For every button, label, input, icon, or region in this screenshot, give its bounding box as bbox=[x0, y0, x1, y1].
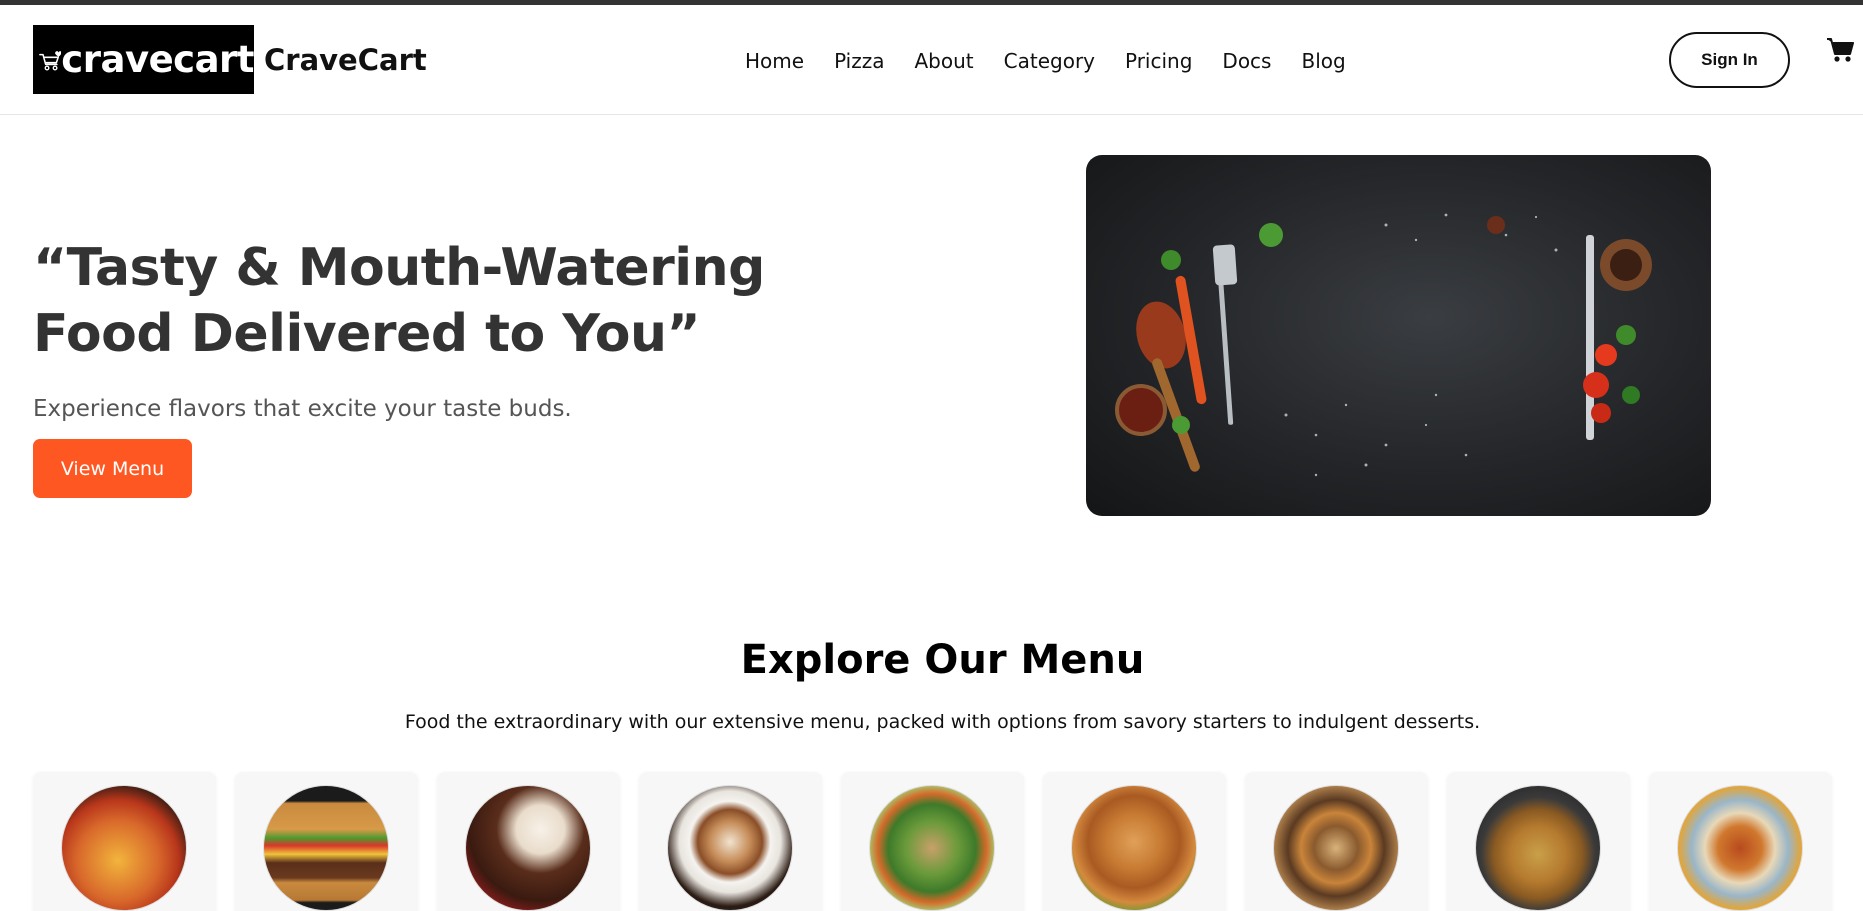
hero-image bbox=[1086, 155, 1711, 516]
hero-food-illustration bbox=[1115, 213, 1652, 477]
menu-card-fried-chicken[interactable] bbox=[1043, 772, 1226, 911]
nav-item-pricing[interactable]: Pricing bbox=[1125, 49, 1192, 73]
nav-item-pizza[interactable]: Pizza bbox=[834, 49, 884, 73]
biryani-image bbox=[1475, 785, 1601, 911]
menu-card-dessert[interactable] bbox=[437, 772, 620, 911]
salad-image bbox=[869, 785, 995, 911]
logo-wordmark: cravecart bbox=[61, 38, 254, 81]
menu-card-biryani[interactable] bbox=[1447, 772, 1630, 911]
menu-card-coffee[interactable] bbox=[639, 772, 822, 911]
menu-section-title: Explore Our Menu bbox=[740, 637, 1145, 683]
curry-image bbox=[1677, 785, 1803, 911]
view-menu-button[interactable]: View Menu bbox=[33, 439, 192, 498]
hero-title: “Tasty & Mouth-Watering Food Delivered t… bbox=[33, 238, 765, 364]
logo[interactable]: cravecart bbox=[33, 25, 254, 94]
nav-item-blog[interactable]: Blog bbox=[1301, 49, 1345, 73]
nav-item-category[interactable]: Category bbox=[1004, 49, 1095, 73]
main-nav: Home Pizza About Category Pricing Docs B… bbox=[745, 49, 1376, 73]
fried-chicken-image bbox=[1071, 785, 1197, 911]
brand[interactable]: cravecart CraveCart bbox=[33, 25, 427, 94]
cart-heart-logo-icon bbox=[39, 50, 62, 70]
menu-card-pizza[interactable] bbox=[33, 772, 216, 911]
menu-card-salad[interactable] bbox=[841, 772, 1024, 911]
site-header: cravecart CraveCart Home Pizza About Cat… bbox=[0, 5, 1863, 115]
thali-image bbox=[1273, 785, 1399, 911]
nav-item-docs[interactable]: Docs bbox=[1222, 49, 1271, 73]
pizza-image bbox=[61, 785, 187, 911]
nav-item-home[interactable]: Home bbox=[745, 49, 804, 73]
brand-name[interactable]: CraveCart bbox=[264, 43, 427, 77]
burger-image bbox=[263, 785, 389, 911]
menu-card-curry[interactable] bbox=[1649, 772, 1832, 911]
dessert-image bbox=[465, 785, 591, 911]
nav-item-about[interactable]: About bbox=[915, 49, 974, 73]
sign-in-button[interactable]: Sign In bbox=[1669, 32, 1790, 88]
menu-section-subtitle: Food the extraordinary with our extensiv… bbox=[404, 711, 1481, 733]
shopping-cart-icon[interactable] bbox=[1826, 37, 1854, 63]
hero-subtitle: Experience flavors that excite your tast… bbox=[33, 396, 572, 422]
coffee-image bbox=[667, 785, 793, 911]
menu-card-thali[interactable] bbox=[1245, 772, 1428, 911]
menu-card-burger[interactable] bbox=[235, 772, 418, 911]
